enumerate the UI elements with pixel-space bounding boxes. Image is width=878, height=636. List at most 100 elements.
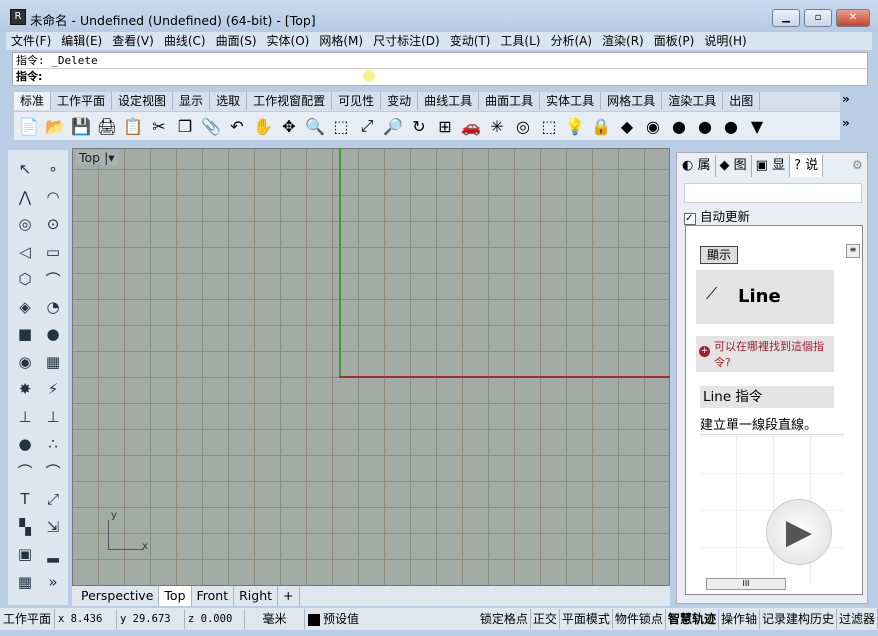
toolbar-tab[interactable]: 设定视图 bbox=[112, 92, 174, 110]
toolbar-icon[interactable]: ✳ bbox=[486, 115, 508, 137]
video-preview[interactable]: ▶ bbox=[700, 434, 844, 584]
maximize-button[interactable]: ▫ bbox=[804, 9, 832, 27]
left-tool-icon[interactable]: ▭ bbox=[42, 241, 64, 263]
status-toggle[interactable]: 过滤器 bbox=[837, 609, 878, 629]
minimize-button[interactable]: ▁ bbox=[772, 9, 800, 27]
toolbar-icon[interactable]: ❐ bbox=[174, 115, 196, 137]
menu-item[interactable]: 网格(M) bbox=[314, 32, 368, 50]
toolbar-tab[interactable]: 出图 bbox=[723, 92, 761, 110]
toolbar-icon[interactable]: ⤢ bbox=[356, 115, 378, 137]
toolbar-icon[interactable]: 📂 bbox=[44, 115, 66, 137]
left-tool-icon[interactable]: ⌒ bbox=[42, 461, 64, 483]
left-tool-icon[interactable]: ⚡ bbox=[42, 378, 64, 400]
status-toggle[interactable]: 操作轴 bbox=[719, 609, 760, 629]
menu-item[interactable]: 曲线(C) bbox=[159, 32, 211, 50]
viewport-tab[interactable]: Front bbox=[192, 586, 235, 606]
menu-item[interactable]: 查看(V) bbox=[107, 32, 159, 50]
left-tool-icon[interactable]: ⊙ bbox=[42, 213, 64, 235]
menu-item[interactable]: 变动(T) bbox=[445, 32, 496, 50]
menu-item[interactable]: 编辑(E) bbox=[56, 32, 107, 50]
toolbar-icon[interactable]: 📋 bbox=[122, 115, 144, 137]
toolbar-tab[interactable]: 可见性 bbox=[332, 92, 382, 110]
toolbar-icon[interactable]: ↻ bbox=[408, 115, 430, 137]
help-search-input[interactable] bbox=[684, 183, 862, 203]
left-tool-icon[interactable]: ◔ bbox=[42, 296, 64, 318]
viewport-top[interactable] bbox=[72, 148, 670, 586]
status-toggle[interactable]: 记录建构历史 bbox=[760, 609, 837, 629]
toolbar-tab[interactable]: 曲面工具 bbox=[479, 92, 541, 110]
toolbar-tab[interactable]: 选取 bbox=[210, 92, 248, 110]
toolbar-icon[interactable]: 💾 bbox=[70, 115, 92, 137]
toolbar-icon[interactable]: 🚗 bbox=[460, 115, 482, 137]
left-tool-icon[interactable]: T bbox=[14, 488, 36, 510]
left-tool-icon[interactable]: » bbox=[42, 571, 64, 593]
menu-item[interactable]: 文件(F) bbox=[6, 32, 56, 50]
units[interactable]: 毫米 bbox=[245, 609, 306, 629]
menu-item[interactable]: 实体(O) bbox=[262, 32, 315, 50]
toolbar-tab[interactable]: 显示 bbox=[173, 92, 211, 110]
play-icon[interactable]: ▶ bbox=[766, 499, 832, 565]
gear-icon[interactable]: ⚙ bbox=[852, 158, 863, 172]
toolbar-icon[interactable]: ● bbox=[720, 115, 742, 137]
toolbar-icon[interactable]: ● bbox=[668, 115, 690, 137]
left-tool-icon[interactable]: ✸ bbox=[14, 378, 36, 400]
menu-item[interactable]: 渲染(R) bbox=[597, 32, 649, 50]
toolbar-tab[interactable]: 工作平面 bbox=[51, 92, 113, 110]
status-toggle[interactable]: 智慧轨迹 bbox=[666, 609, 719, 629]
menu-item[interactable]: 尺寸标注(D) bbox=[368, 32, 445, 50]
status-toggle[interactable]: 正交 bbox=[531, 609, 560, 629]
left-tool-icon[interactable]: ■ bbox=[14, 323, 36, 345]
more-tabs-icon[interactable]: » bbox=[842, 92, 850, 106]
panel-tab[interactable]: ◐ 属 bbox=[678, 155, 716, 177]
scrollbar-horizontal[interactable]: III bbox=[706, 578, 786, 590]
chevron-down-icon[interactable]: |▾ bbox=[104, 150, 115, 165]
toolbar-icon[interactable]: ⬚ bbox=[538, 115, 560, 137]
toolbar-tab[interactable]: 标准 bbox=[14, 92, 52, 110]
left-tool-icon[interactable]: ▦ bbox=[14, 571, 36, 593]
toolbar-tab[interactable]: 曲线工具 bbox=[418, 92, 480, 110]
toolbar-tab[interactable]: 实体工具 bbox=[540, 92, 602, 110]
menu-item[interactable]: 面板(P) bbox=[649, 32, 700, 50]
add-viewport-tab[interactable]: + bbox=[278, 586, 300, 606]
viewport-tab[interactable]: Perspective bbox=[76, 586, 160, 606]
toolbar-icon[interactable]: ⊞ bbox=[434, 115, 456, 137]
left-tool-icon[interactable]: ⌒ bbox=[42, 268, 64, 290]
auto-update-checkbox[interactable]: ✓ 自动更新 bbox=[684, 206, 750, 225]
left-tool-icon[interactable]: ⊥ bbox=[14, 406, 36, 428]
show-button[interactable]: 顯示 bbox=[700, 246, 738, 264]
toolbar-icon[interactable]: 🔎 bbox=[382, 115, 404, 137]
scrollbar-vertical[interactable]: ≡ bbox=[846, 244, 860, 258]
left-tool-icon[interactable]: ⬡ bbox=[14, 268, 36, 290]
left-tool-icon[interactable]: ⊥ bbox=[42, 406, 64, 428]
left-tool-icon[interactable]: ⇲ bbox=[42, 516, 64, 538]
menu-item[interactable]: 曲面(S) bbox=[211, 32, 262, 50]
left-tool-icon[interactable]: ▂ bbox=[42, 543, 64, 565]
left-tool-icon[interactable]: ◁ bbox=[14, 241, 36, 263]
status-toggle[interactable]: 平面模式 bbox=[560, 609, 613, 629]
left-tool-icon[interactable]: ⋀ bbox=[14, 186, 36, 208]
toolbar-tab[interactable]: 变动 bbox=[381, 92, 419, 110]
left-tool-icon[interactable]: ● bbox=[42, 323, 64, 345]
viewport-tab[interactable]: Top bbox=[159, 586, 192, 606]
toolbar-icon[interactable]: 💡 bbox=[564, 115, 586, 137]
where-link[interactable]: + 可以在哪裡找到這個指令? bbox=[696, 336, 834, 372]
toolbar-icon[interactable]: 📎 bbox=[200, 115, 222, 137]
panel-tab[interactable]: ▣ 显 bbox=[752, 155, 791, 177]
toolbar-icon[interactable]: ⬚ bbox=[330, 115, 352, 137]
toolbar-icon[interactable]: ● bbox=[694, 115, 716, 137]
left-tool-icon[interactable]: ◉ bbox=[14, 351, 36, 373]
toolbar-icon[interactable]: 🔒 bbox=[590, 115, 612, 137]
toolbar-icon[interactable]: ✂ bbox=[148, 115, 170, 137]
status-toggle[interactable]: 锁定格点 bbox=[478, 609, 531, 629]
left-tool-icon[interactable]: ↖ bbox=[14, 158, 36, 180]
toolbar-tab[interactable]: 网格工具 bbox=[601, 92, 663, 110]
toolbar-icon[interactable]: ◎ bbox=[512, 115, 534, 137]
left-tool-icon[interactable]: ▚ bbox=[14, 516, 36, 538]
left-tool-icon[interactable]: ∘ bbox=[42, 158, 64, 180]
panel-tab[interactable]: ? 说 bbox=[790, 155, 824, 177]
menu-item[interactable]: 工具(L) bbox=[495, 32, 545, 50]
menu-item[interactable]: 说明(H) bbox=[699, 32, 751, 50]
panel-tab[interactable]: ◆ 图 bbox=[716, 155, 752, 177]
menu-item[interactable]: 分析(A) bbox=[545, 32, 597, 50]
left-tool-icon[interactable]: ◈ bbox=[14, 296, 36, 318]
